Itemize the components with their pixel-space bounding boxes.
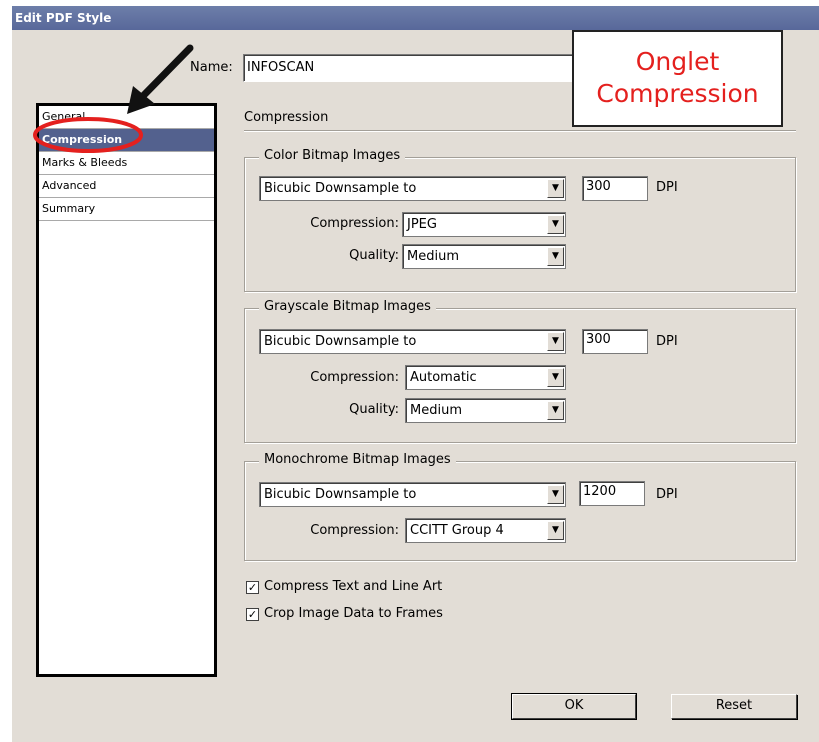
pointer-arrow-shaft bbox=[139, 44, 194, 100]
annotation-callout: Onglet Compression bbox=[572, 30, 783, 127]
callout-line-2: Compression bbox=[596, 79, 759, 108]
highlight-ellipse bbox=[33, 117, 143, 153]
callout-line-1: Onglet bbox=[635, 47, 720, 76]
